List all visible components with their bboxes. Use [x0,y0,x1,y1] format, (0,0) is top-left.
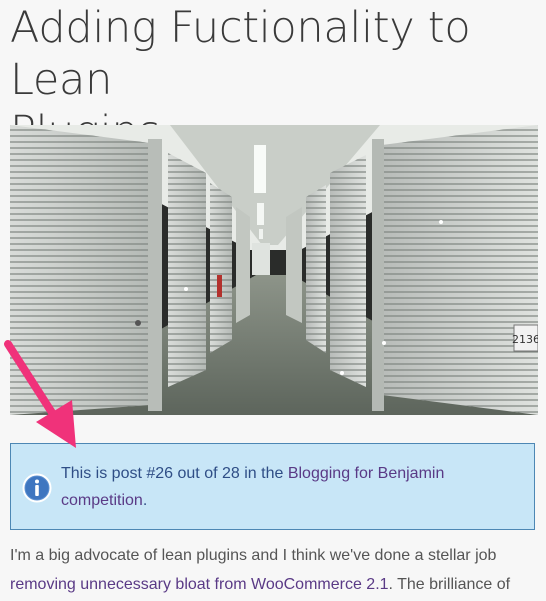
competition-notice: This is post #26 out of 28 in the Bloggi… [10,443,535,530]
notice-text-after: . [142,492,148,509]
competition-link[interactable]: competition [61,492,143,509]
woocommerce-bloat-link[interactable]: removing unnecessary bloat from WooComme… [10,576,389,593]
post-title-line-1: Adding Fuctionality to Lean [10,3,471,105]
storage-hallway-illustration: 2136 [10,125,538,415]
intro-line-1: I'm a big advocate of lean plugins and I… [10,547,497,564]
notice-text-before: This is post #26 out of 28 in the [61,465,288,482]
info-icon [22,473,52,503]
unit-number-label: 2136 [512,333,538,346]
intro-line-2-after: . The brilliance of [388,576,511,593]
blogging-for-benjamin-link[interactable]: Blogging for Benjamin [288,465,445,482]
featured-image: 2136 [10,125,538,415]
notice-text: This is post #26 out of 28 in the Bloggi… [61,460,521,514]
intro-paragraph: I'm a big advocate of lean plugins and I… [10,541,546,599]
